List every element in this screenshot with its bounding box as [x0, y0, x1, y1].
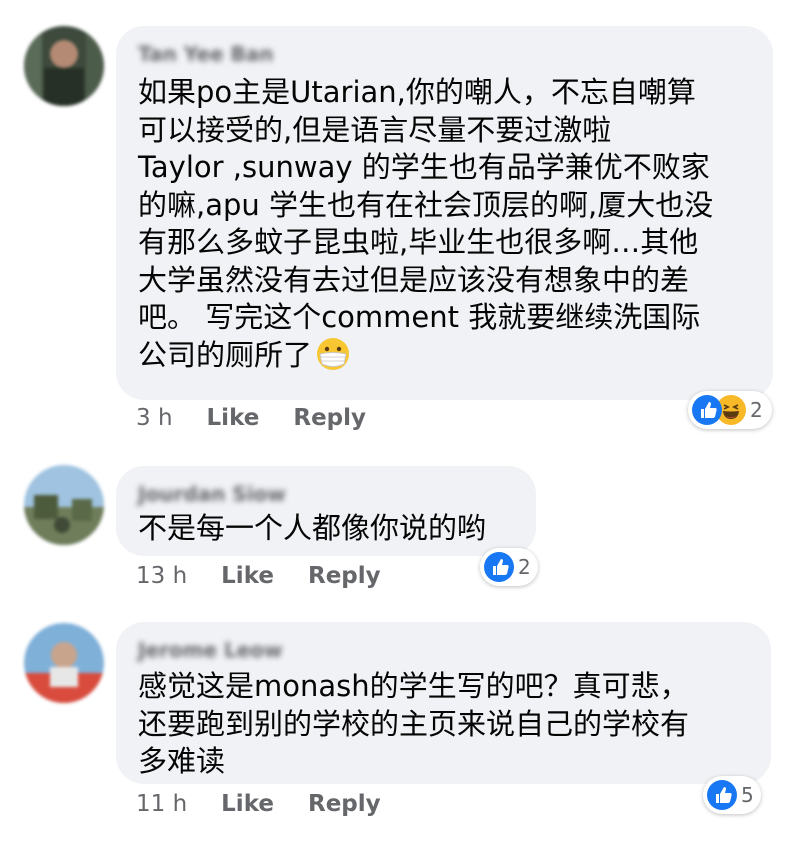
reply-button[interactable]: Reply	[308, 791, 381, 817]
comment-bubble: Tan Yee Ban 如果po主是Utarian,你的嘲人，不忘自嘲算 可以接…	[116, 26, 773, 400]
comment-text-body: 如果po主是Utarian,你的嘲人，不忘自嘲算 可以接受的,但是语言尽量不要过…	[138, 75, 714, 372]
comment-bubble: Jourdan Siow 不是每一个人都像你说的哟	[116, 466, 536, 556]
reaction-count: 2	[750, 398, 763, 422]
comment-text: 不是每一个人都像你说的哟	[138, 511, 487, 545]
reactions-summary[interactable]: 2	[480, 548, 538, 586]
comment-timestamp[interactable]: 3 h	[136, 405, 173, 431]
reaction-count: 5	[741, 783, 754, 807]
comment-author[interactable]: Jourdan Siow	[138, 480, 514, 508]
like-button[interactable]: Like	[221, 791, 274, 817]
like-icon	[692, 395, 722, 425]
comment-bubble: Jerome Leow 感觉这是monash的学生写的吧？真可悲， 还要跑到别的…	[116, 622, 771, 784]
comment-meta: 13 h Like Reply	[136, 563, 381, 589]
like-icon	[707, 780, 737, 810]
reply-button[interactable]: Reply	[293, 405, 366, 431]
comment-text: 如果po主是Utarian,你的嘲人，不忘自嘲算 可以接受的,但是语言尽量不要过…	[138, 74, 751, 374]
comment-author[interactable]: Tan Yee Ban	[138, 40, 751, 68]
comment-author[interactable]: Jerome Leow	[138, 636, 749, 664]
avatar[interactable]	[24, 26, 104, 106]
comment-meta: 3 h Like Reply	[136, 405, 366, 431]
reply-button[interactable]: Reply	[308, 563, 381, 589]
like-button[interactable]: Like	[207, 405, 260, 431]
comment-meta: 11 h Like Reply	[136, 791, 381, 817]
like-icon	[484, 552, 514, 582]
comment-timestamp[interactable]: 11 h	[136, 791, 187, 817]
avatar[interactable]	[24, 465, 104, 545]
mask-face-emoji-icon	[316, 337, 350, 371]
like-button[interactable]: Like	[221, 563, 274, 589]
comment-text: 感觉这是monash的学生写的吧？真可悲， 还要跑到别的学校的主页来说自己的学校…	[138, 669, 690, 778]
comment-timestamp[interactable]: 13 h	[136, 563, 187, 589]
reactions-summary[interactable]: 5	[703, 776, 761, 814]
reaction-count: 2	[518, 555, 531, 579]
reactions-summary[interactable]: 2	[688, 391, 772, 429]
avatar[interactable]	[24, 623, 104, 703]
